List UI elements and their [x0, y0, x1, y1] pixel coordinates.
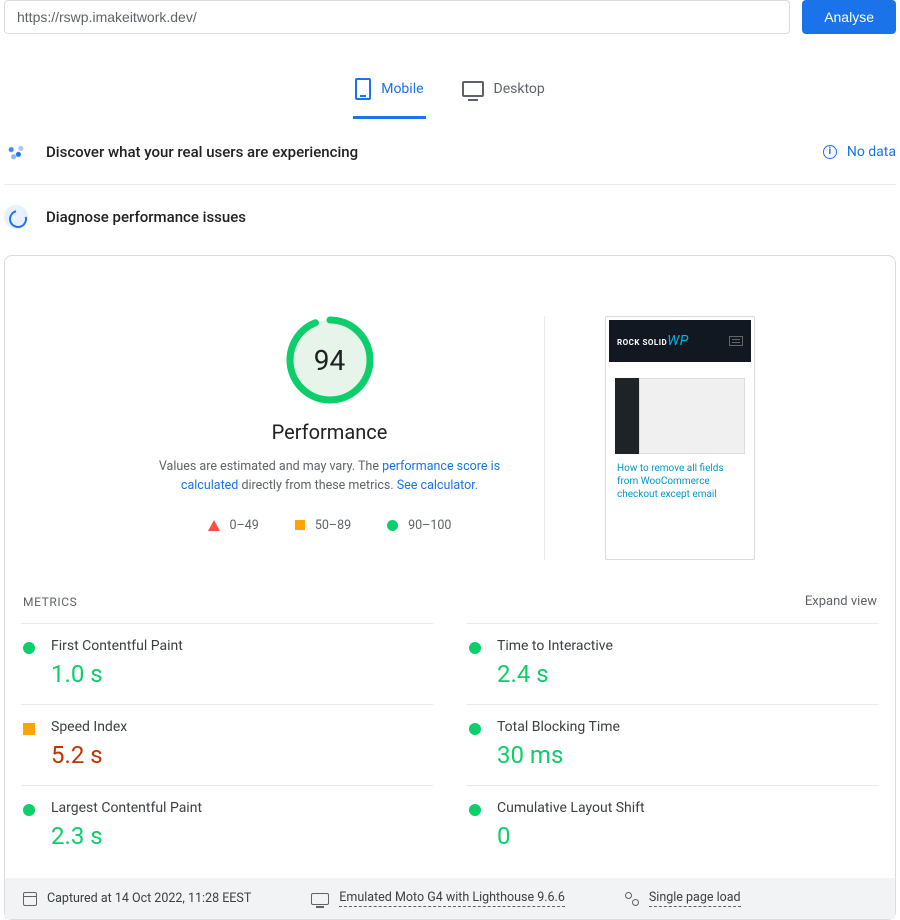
- circle-icon: [387, 520, 398, 531]
- lighthouse-icon: [4, 205, 28, 229]
- square-icon: [295, 520, 305, 530]
- link-see-calculator[interactable]: See calculator.: [397, 478, 478, 493]
- emulated-device[interactable]: Emulated Moto G4 with Lighthouse 9.6.6: [339, 890, 565, 907]
- hamburger-icon: [729, 336, 743, 346]
- performance-card: 94 Performance Values are estimated and …: [4, 255, 896, 920]
- tab-desktop-label: Desktop: [494, 81, 545, 97]
- gauge-label: Performance: [145, 420, 514, 444]
- triangle-icon: [208, 520, 220, 531]
- device-icon: [311, 893, 329, 905]
- gauge-score: 94: [286, 316, 374, 404]
- network-icon: [625, 892, 639, 906]
- metric-value: 1.0 s: [51, 660, 183, 688]
- phone-icon: [355, 78, 371, 100]
- status-dot: [469, 804, 481, 816]
- metric-value: 5.2 s: [51, 741, 127, 769]
- metric-label: Time to Interactive: [497, 638, 613, 654]
- metric-value: 30 ms: [497, 741, 620, 769]
- expand-view[interactable]: Expand view: [805, 594, 877, 609]
- metric: Speed Index 5.2 s: [21, 704, 433, 785]
- screenshot-text: How to remove all fields from WooCommerc…: [609, 462, 751, 501]
- analyse-button[interactable]: Analyse: [802, 0, 896, 34]
- crux-icon: [4, 140, 28, 164]
- load-type[interactable]: Single page load: [649, 890, 741, 907]
- lighthouse-section-header: Diagnose performance issues: [4, 185, 896, 249]
- metric-label: Speed Index: [51, 719, 127, 735]
- metrics-title: METRICS: [23, 595, 77, 609]
- metric: Largest Contentful Paint 2.3 s: [21, 785, 433, 866]
- performance-gauge: 94: [286, 316, 374, 404]
- perf-note: Values are estimated and may vary. The p…: [145, 458, 514, 496]
- calendar-icon: [23, 892, 37, 906]
- metric: Cumulative Layout Shift 0: [467, 785, 879, 866]
- metric-label: Total Blocking Time: [497, 719, 620, 735]
- screenshot-thumb[interactable]: ROCK SOLIDWP How to remove all fields fr…: [605, 316, 755, 560]
- report-footer: Captured at 14 Oct 2022, 11:28 EEST Emul…: [5, 878, 895, 919]
- tab-mobile[interactable]: Mobile: [353, 68, 425, 119]
- crux-section-header: Discover what your real users are experi…: [4, 120, 896, 185]
- captured-at: Captured at 14 Oct 2022, 11:28 EEST: [47, 891, 251, 906]
- metrics-grid: First Contentful Paint 1.0 s Time to Inter…: [21, 623, 879, 866]
- metric-label: Largest Contentful Paint: [51, 800, 202, 816]
- status-dot: [23, 723, 35, 735]
- tab-mobile-label: Mobile: [381, 81, 423, 97]
- url-input[interactable]: [4, 0, 790, 34]
- score-ranges: 0–49 50–89 90–100: [145, 518, 514, 533]
- metric: Time to Interactive 2.4 s: [467, 623, 879, 704]
- no-data-label: No data: [847, 144, 896, 160]
- metric-label: First Contentful Paint: [51, 638, 183, 654]
- desktop-icon: [462, 81, 484, 97]
- metric-value: 2.4 s: [497, 660, 613, 688]
- metric: First Contentful Paint 1.0 s: [21, 623, 433, 704]
- device-tabs: Mobile Desktop: [4, 68, 896, 120]
- gauge-area: 94 Performance Values are estimated and …: [145, 316, 545, 560]
- metric-label: Cumulative Layout Shift: [497, 800, 645, 816]
- status-dot: [23, 642, 35, 654]
- crux-title: Discover what your real users are experi…: [46, 143, 358, 161]
- metric: Total Blocking Time 30 ms: [467, 704, 879, 785]
- status-dot: [469, 723, 481, 735]
- lighthouse-title: Diagnose performance issues: [46, 208, 246, 226]
- status-dot: [23, 804, 35, 816]
- status-dot: [469, 642, 481, 654]
- no-data-indicator[interactable]: No data: [823, 144, 896, 160]
- metric-value: 0: [497, 822, 645, 850]
- tab-desktop[interactable]: Desktop: [460, 68, 547, 119]
- info-icon: [823, 145, 837, 159]
- metric-value: 2.3 s: [51, 822, 202, 850]
